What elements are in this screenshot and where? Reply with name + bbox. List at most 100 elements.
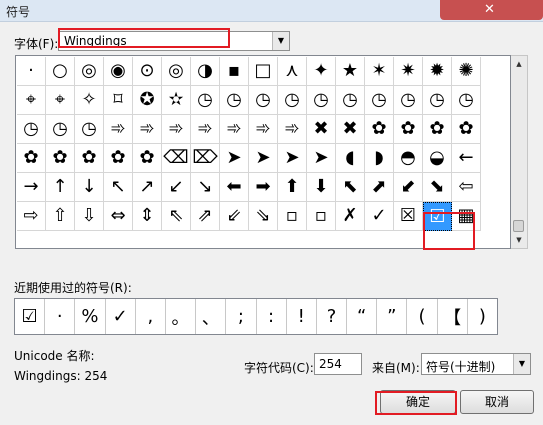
symbol-cell[interactable]: ➤: [249, 144, 278, 173]
symbol-cell[interactable]: ☒: [394, 202, 423, 231]
symbol-cell[interactable]: ⇕: [133, 202, 162, 231]
symbol-cell[interactable]: ◷: [75, 115, 104, 144]
recent-symbol[interactable]: ,: [136, 299, 166, 334]
symbol-cell[interactable]: □: [249, 57, 278, 86]
symbol-cell[interactable]: ⇨: [17, 202, 46, 231]
symbol-cell[interactable]: ⌖: [17, 86, 46, 115]
chevron-down-icon[interactable]: ▼: [513, 354, 530, 374]
symbol-cell[interactable]: ↘: [191, 173, 220, 202]
symbol-cell[interactable]: ⬇: [307, 173, 336, 202]
symbol-cell[interactable]: ✪: [133, 86, 162, 115]
symbol-cell[interactable]: ✿: [452, 115, 481, 144]
symbol-cell[interactable]: ➡: [249, 173, 278, 202]
symbol-cell[interactable]: ⬉: [336, 173, 365, 202]
symbol-cell[interactable]: ◷: [336, 86, 365, 115]
symbol-cell[interactable]: ✿: [394, 115, 423, 144]
symbol-cell[interactable]: ◷: [191, 86, 220, 115]
symbol-cell[interactable]: ⌦: [191, 144, 220, 173]
cancel-button[interactable]: 取消: [460, 390, 534, 414]
scroll-thumb[interactable]: [513, 220, 524, 232]
symbol-cell[interactable]: ⬅: [220, 173, 249, 202]
symbol-cell[interactable]: ✿: [365, 115, 394, 144]
symbol-cell[interactable]: ⬋: [394, 173, 423, 202]
recent-symbol[interactable]: ”: [377, 299, 408, 334]
symbol-cell[interactable]: ✺: [452, 57, 481, 86]
symbol-cell[interactable]: ★: [336, 57, 365, 86]
recent-symbol[interactable]: ): [468, 299, 497, 334]
symbol-cell[interactable]: ➤: [220, 144, 249, 173]
symbol-cell[interactable]: ✓: [365, 202, 394, 231]
symbol-cell[interactable]: ◷: [46, 115, 75, 144]
symbol-cell[interactable]: ◎: [162, 57, 191, 86]
symbol-cell[interactable]: ➾: [162, 115, 191, 144]
symbol-cell[interactable]: ◷: [220, 86, 249, 115]
symbol-cell[interactable]: ✿: [75, 144, 104, 173]
symbol-cell[interactable]: ◒: [423, 144, 452, 173]
symbol-cell[interactable]: ➤: [307, 144, 336, 173]
recent-symbol[interactable]: ☑: [15, 299, 46, 334]
symbol-cell[interactable]: ◖: [336, 144, 365, 173]
symbol-cell[interactable]: ✧: [75, 86, 104, 115]
grid-scrollbar[interactable]: ▲ ▼: [511, 55, 528, 249]
symbol-cell[interactable]: ➾: [104, 115, 133, 144]
symbol-cell[interactable]: ◷: [452, 86, 481, 115]
symbol-cell[interactable]: ✿: [133, 144, 162, 173]
symbol-cell[interactable]: ➾: [249, 115, 278, 144]
symbol-cell[interactable]: ✗: [336, 202, 365, 231]
symbol-cell[interactable]: ⇔: [104, 202, 133, 231]
symbol-cell[interactable]: ↑: [46, 173, 75, 202]
symbol-cell[interactable]: ⬊: [423, 173, 452, 202]
symbol-cell[interactable]: ➾: [133, 115, 162, 144]
symbol-cell[interactable]: ➤: [278, 144, 307, 173]
symbol-cell[interactable]: ⌫: [162, 144, 191, 173]
symbol-cell[interactable]: ✫: [162, 86, 191, 115]
recent-symbol[interactable]: (: [407, 299, 438, 334]
recent-symbol[interactable]: 【: [438, 299, 468, 334]
recent-symbol[interactable]: :: [257, 299, 287, 334]
symbol-cell[interactable]: ◎: [75, 57, 104, 86]
symbol-cell[interactable]: ▫: [278, 202, 307, 231]
symbol-cell[interactable]: ✷: [394, 57, 423, 86]
symbol-cell[interactable]: ⇙: [220, 202, 249, 231]
symbol-cell[interactable]: →: [17, 173, 46, 202]
recent-symbol[interactable]: “: [347, 299, 378, 334]
symbol-cell[interactable]: ⌖: [46, 86, 75, 115]
symbol-cell[interactable]: ⇗: [191, 202, 220, 231]
symbol-cell[interactable]: ↗: [133, 173, 162, 202]
recent-symbol[interactable]: %: [75, 299, 106, 334]
scroll-up-icon[interactable]: ▲: [511, 56, 527, 72]
symbol-cell[interactable]: ⇧: [46, 202, 75, 231]
symbol-cell[interactable]: ⋏: [278, 57, 307, 86]
symbol-cell[interactable]: ⌑: [104, 86, 133, 115]
symbol-cell[interactable]: ◷: [423, 86, 452, 115]
symbol-cell[interactable]: ◷: [394, 86, 423, 115]
recent-symbol[interactable]: ;: [226, 299, 257, 334]
symbol-cell[interactable]: ⇖: [162, 202, 191, 231]
symbol-cell[interactable]: ⇘: [249, 202, 278, 231]
symbol-cell[interactable]: ✦: [307, 57, 336, 86]
symbol-cell[interactable]: ◉: [104, 57, 133, 86]
symbol-cell[interactable]: ↓: [75, 173, 104, 202]
symbol-cell[interactable]: ✖: [336, 115, 365, 144]
symbol-cell[interactable]: ✶: [365, 57, 394, 86]
recent-symbol[interactable]: !: [287, 299, 317, 334]
chevron-down-icon[interactable]: ▼: [272, 32, 289, 50]
symbol-cell[interactable]: ▪: [220, 57, 249, 86]
from-select[interactable]: 符号(十进制) ▼: [421, 353, 531, 375]
symbol-cell[interactable]: ⇦: [452, 173, 481, 202]
symbol-cell[interactable]: ◷: [307, 86, 336, 115]
recent-symbol[interactable]: ·: [45, 299, 76, 334]
symbol-cell[interactable]: ◗: [365, 144, 394, 173]
symbol-cell[interactable]: ✿: [46, 144, 75, 173]
symbol-cell[interactable]: ✖: [307, 115, 336, 144]
symbol-cell[interactable]: ✹: [423, 57, 452, 86]
recent-symbol[interactable]: ✓: [106, 299, 136, 334]
symbol-cell[interactable]: ◑: [191, 57, 220, 86]
code-input[interactable]: 254: [314, 353, 362, 375]
symbol-cell[interactable]: ↙: [162, 173, 191, 202]
symbol-cell[interactable]: ·: [17, 57, 46, 86]
symbol-cell[interactable]: ➾: [191, 115, 220, 144]
symbol-cell[interactable]: ◷: [365, 86, 394, 115]
scroll-down-icon[interactable]: ▼: [511, 232, 527, 248]
recent-symbol[interactable]: ?: [317, 299, 348, 334]
